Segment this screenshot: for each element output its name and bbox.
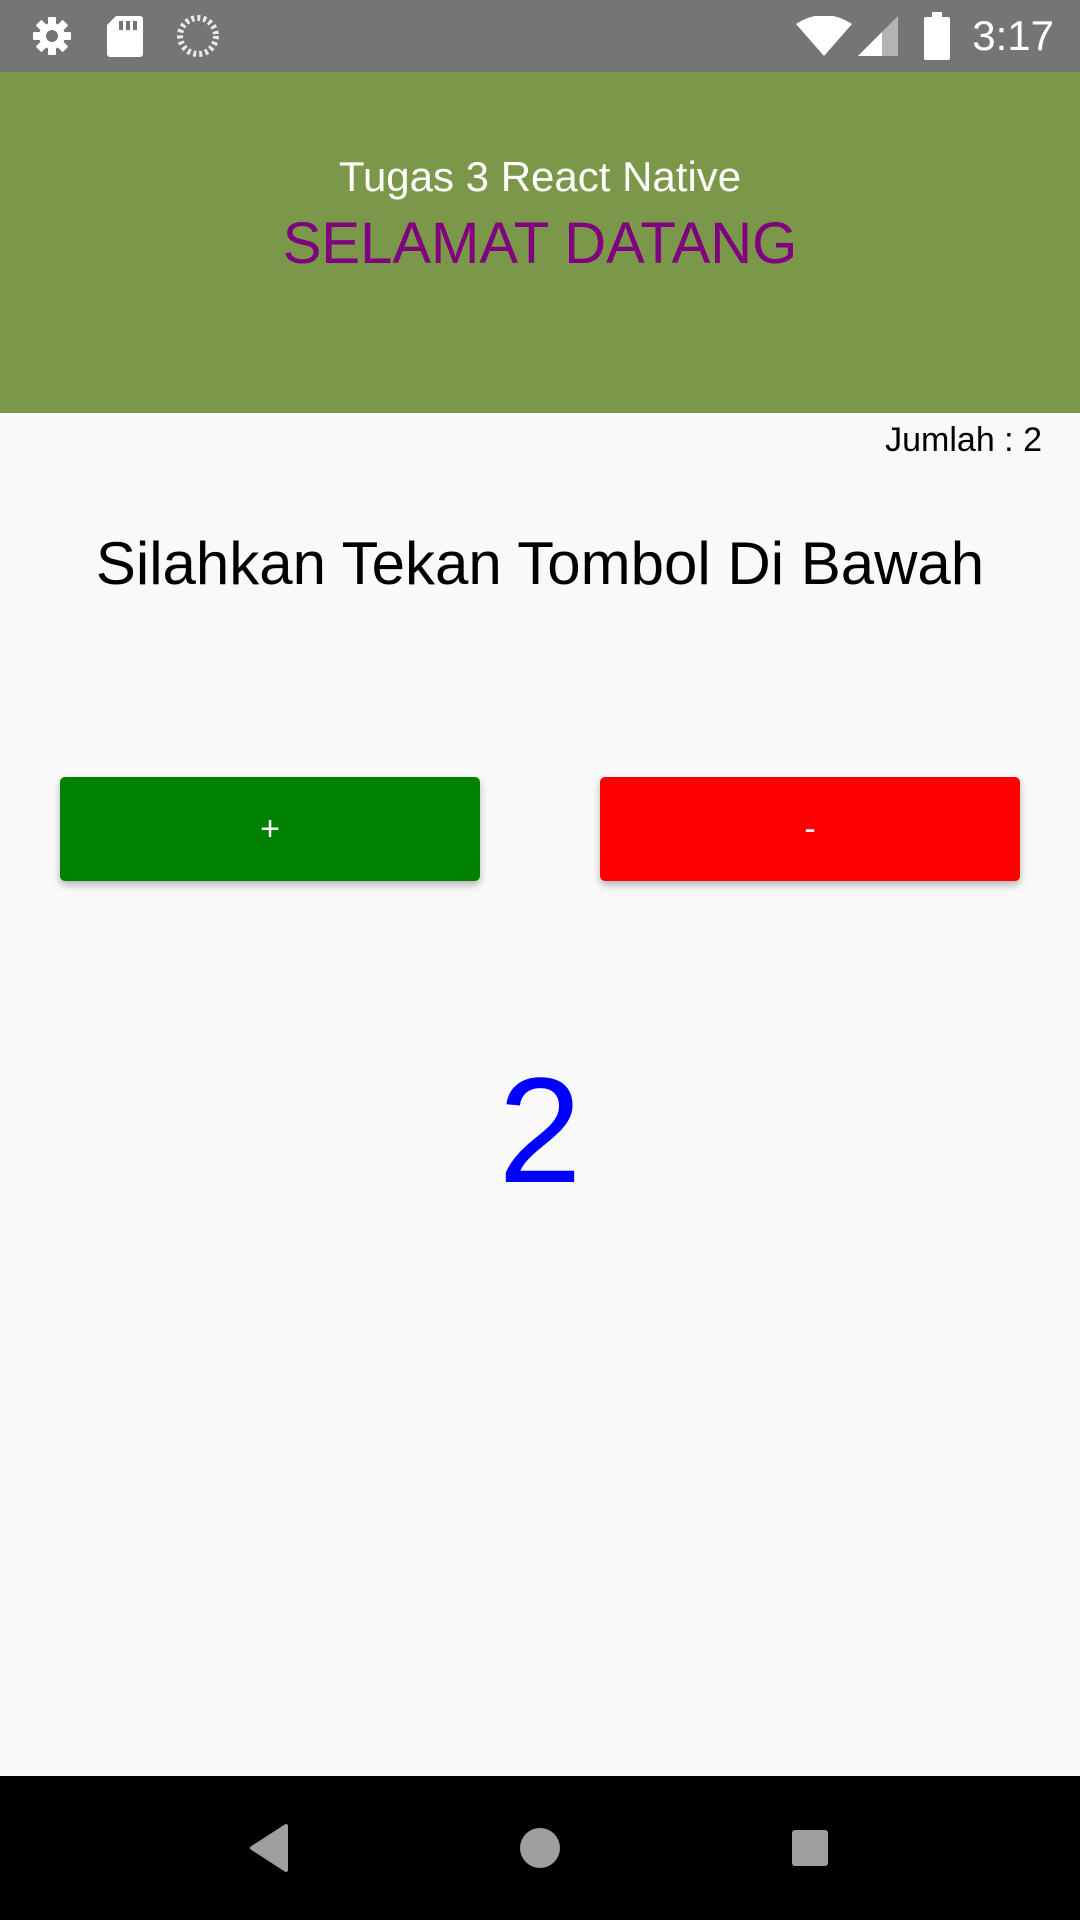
gear-icon xyxy=(33,17,71,55)
recents-icon[interactable] xyxy=(791,1818,829,1878)
counter-display: 2 xyxy=(498,1046,582,1214)
sd-card-icon xyxy=(107,16,143,57)
instruction-text: Silahkan Tekan Tombol Di Bawah xyxy=(95,530,985,597)
header-subtitle: SELAMAT DATANG xyxy=(282,211,798,276)
header: Tugas 3 React Native SELAMAT DATANG xyxy=(0,72,1080,413)
sync-icon xyxy=(177,15,219,57)
count-label-text: Jumlah : xyxy=(885,421,1014,459)
battery-icon xyxy=(924,12,950,60)
decrement-button[interactable]: - xyxy=(600,777,1020,881)
wifi-icon xyxy=(796,16,852,56)
header-title: Tugas 3 React Native xyxy=(338,153,742,200)
count-value: 2 xyxy=(1023,421,1042,459)
cell-signal-icon xyxy=(858,16,898,56)
home-icon[interactable] xyxy=(518,1818,562,1878)
back-icon[interactable] xyxy=(248,1818,288,1878)
status-time: 3:17 xyxy=(972,12,1054,59)
status-bar: 3:17 xyxy=(0,0,1080,72)
increment-button[interactable]: + xyxy=(60,777,480,881)
count-label: Jumlah : 2 xyxy=(885,416,1042,464)
nav-bar xyxy=(0,1776,1080,1920)
